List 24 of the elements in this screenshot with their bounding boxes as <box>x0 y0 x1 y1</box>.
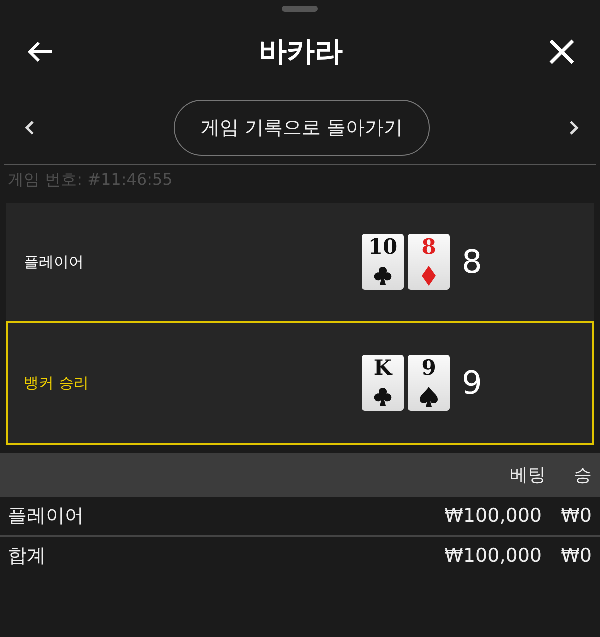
column-header: 베팅 <box>510 464 546 487</box>
close-icon[interactable] <box>548 38 576 66</box>
table-cell-text: 플레이어 <box>8 504 85 529</box>
page-title: 바카라 <box>259 34 343 70</box>
table-cell-text: 합계 <box>8 544 47 569</box>
table-cell-text: ₩0 <box>560 505 592 527</box>
club-icon <box>373 387 393 407</box>
card-rank: 9 <box>422 357 436 378</box>
drag-handle[interactable] <box>282 6 318 12</box>
hand-total: 9 <box>462 364 484 402</box>
card-rank: 10 <box>368 236 398 257</box>
hand-label: 플레이어 <box>24 252 85 272</box>
table-cell-text: ₩100,000 <box>444 545 542 567</box>
diamond-icon <box>419 266 439 286</box>
card-rank: 8 <box>422 236 436 257</box>
column-header: 승 <box>574 464 592 487</box>
table-cell-text: ₩0 <box>560 545 592 567</box>
hand-label: 뱅커 승리 <box>24 374 90 392</box>
history-button[interactable]: 게임 기록으로 돌아가기 <box>174 100 430 156</box>
spade-icon <box>419 387 439 407</box>
club-icon <box>373 266 393 286</box>
table-cell-text: ₩100,000 <box>444 505 542 527</box>
card-rank: K <box>374 357 392 378</box>
hand-total: 8 <box>462 243 484 281</box>
